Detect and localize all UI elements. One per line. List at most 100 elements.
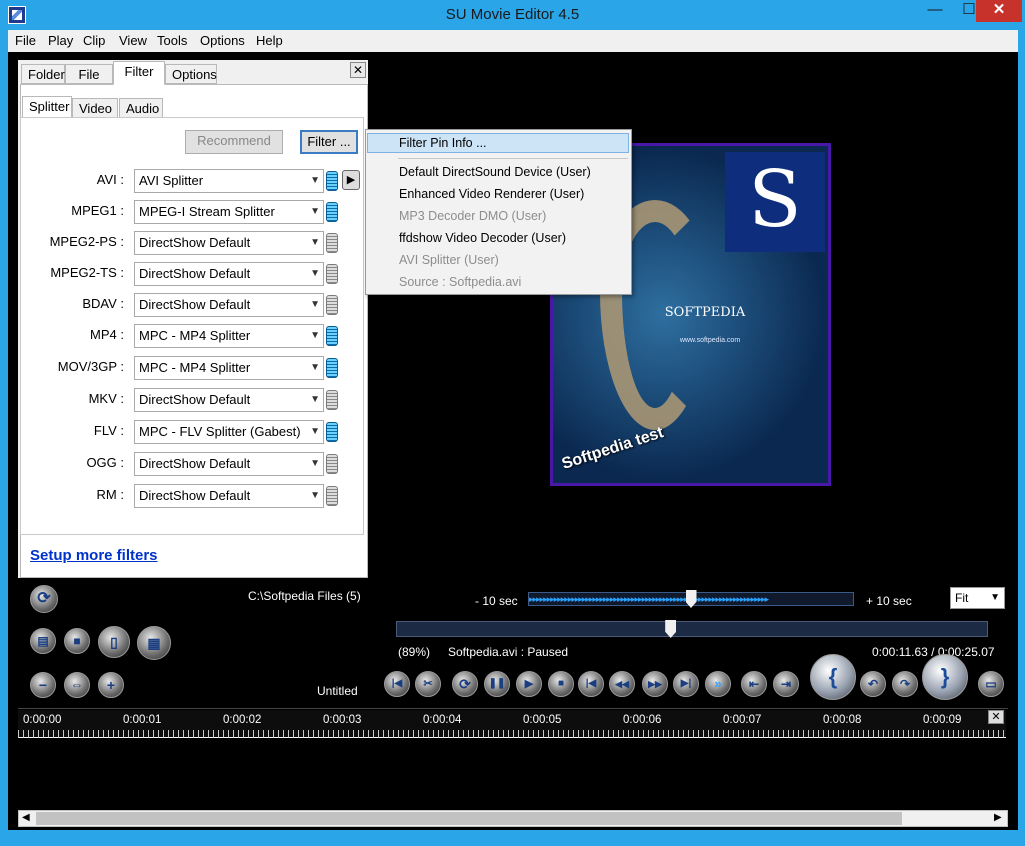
splitter-select-mpeg1[interactable]: MPEG-I Stream Splitter ▼: [134, 200, 324, 224]
scroll-right-icon[interactable]: ▶: [994, 812, 1002, 823]
splitter-select-avi[interactable]: AVI Splitter ▼: [134, 169, 324, 193]
screen-button[interactable]: ▭: [978, 671, 1004, 697]
splitter-label-mpeg1: MPEG1 :: [71, 203, 124, 218]
go-to-out-button[interactable]: ↷: [892, 671, 918, 697]
subtab-audio[interactable]: Audio: [119, 98, 163, 118]
minimize-button[interactable]: —: [918, 0, 952, 22]
chevron-down-icon: ▼: [310, 458, 320, 469]
filter-props-icon[interactable]: [326, 295, 338, 315]
pause-button[interactable]: ❚❚: [484, 671, 510, 697]
filter-props-icon[interactable]: [326, 486, 338, 506]
fast-forward-button[interactable]: ▶▶: [642, 671, 668, 697]
ruler-label: 0:00:09: [923, 714, 962, 726]
tab-filter[interactable]: Filter: [113, 61, 165, 85]
new-document-button[interactable]: ▯: [98, 626, 130, 658]
select-value: MPC - MP4 Splitter: [139, 360, 251, 375]
prev-mark-icon: ⇤: [748, 677, 760, 691]
filter-props-icon[interactable]: [326, 171, 338, 191]
menu-tools[interactable]: Tools: [157, 33, 187, 49]
splitter-select-mp4[interactable]: MPC - MP4 Splitter ▼: [134, 324, 324, 348]
splitter-select-ogg[interactable]: DirectShow Default ▼: [134, 452, 324, 476]
filter-button[interactable]: Filter ...: [300, 130, 358, 154]
splitter-label-mpeg2ps: MPEG2-PS :: [49, 234, 124, 249]
filter-props-icon[interactable]: [326, 202, 338, 222]
last-frame-button[interactable]: ▶|: [673, 671, 699, 697]
go-to-in-button[interactable]: ↶: [860, 671, 886, 697]
fast-forward-icon: ▶▶: [648, 679, 662, 689]
prev-mark-button[interactable]: ⇤: [741, 671, 767, 697]
position-slider-track[interactable]: [396, 621, 988, 637]
film-button[interactable]: ▦: [137, 626, 171, 660]
popup-item-mp3-decoder[interactable]: MP3 Decoder DMO (User): [399, 206, 546, 226]
scroll-left-icon[interactable]: ◀: [22, 812, 30, 823]
menu-options[interactable]: Options: [200, 33, 245, 49]
subtab-splitter[interactable]: Splitter: [22, 96, 72, 118]
splitter-select-mov[interactable]: MPC - MP4 Splitter ▼: [134, 356, 324, 380]
timeline-close-button[interactable]: ✕: [988, 710, 1004, 724]
mark-out-button[interactable]: }: [922, 654, 968, 700]
close-window-button[interactable]: ✕: [976, 0, 1022, 22]
fast-play-button[interactable]: »: [705, 671, 731, 697]
splitter-select-mpeg2ps[interactable]: DirectShow Default ▼: [134, 231, 324, 255]
scrollbar-thumb[interactable]: [36, 812, 902, 825]
recommend-button[interactable]: Recommend: [185, 130, 283, 154]
film-icon: ▦: [147, 635, 161, 651]
zoom-in-button[interactable]: +: [98, 672, 124, 698]
filter-props-icon[interactable]: [326, 326, 338, 346]
popup-item-filter-pin-info[interactable]: Filter Pin Info ...: [399, 133, 487, 153]
cut-button[interactable]: ✂: [415, 671, 441, 697]
refresh-button[interactable]: ⟳: [30, 585, 58, 613]
tab-file[interactable]: File: [65, 64, 113, 84]
filter-props-icon[interactable]: [326, 264, 338, 284]
splitter-select-mkv[interactable]: DirectShow Default ▼: [134, 388, 324, 412]
panel-close-button[interactable]: ✕: [350, 62, 366, 78]
filter-props-icon[interactable]: [326, 390, 338, 410]
mark-in-button[interactable]: {: [810, 654, 856, 700]
splitter-select-mpeg2ts[interactable]: DirectShow Default ▼: [134, 262, 324, 286]
zoom-select[interactable]: Fit ▼: [950, 587, 1005, 609]
chevron-down-icon: ▼: [990, 592, 1000, 603]
loop-button[interactable]: ⟳: [452, 671, 478, 697]
zoom-select-value: Fit: [955, 591, 969, 605]
menu-file[interactable]: File: [15, 33, 36, 49]
step-back-button[interactable]: |◀: [384, 671, 410, 697]
subtab-video[interactable]: Video: [72, 98, 118, 118]
splitter-select-rm[interactable]: DirectShow Default ▼: [134, 484, 324, 508]
filter-props-icon[interactable]: [326, 422, 338, 442]
stop-button[interactable]: ■: [548, 671, 574, 697]
zoom-out-icon: −: [38, 677, 48, 693]
splitter-label-rm: RM :: [96, 487, 124, 502]
splitter-select-flv[interactable]: MPC - FLV Splitter (Gabest) ▼: [134, 420, 324, 444]
fast-play-icon: »: [714, 676, 722, 691]
popup-item-source[interactable]: Source : Softpedia.avi: [399, 272, 521, 292]
menu-play[interactable]: Play: [48, 33, 73, 49]
play-preview-button[interactable]: ▶: [342, 170, 360, 190]
filter-props-icon[interactable]: [326, 233, 338, 253]
minus-10-sec-label: - 10 sec: [475, 594, 518, 608]
filter-props-icon[interactable]: [326, 358, 338, 378]
menu-view[interactable]: View: [119, 33, 147, 49]
zoom-out-button[interactable]: −: [30, 672, 56, 698]
first-frame-button[interactable]: |◀: [578, 671, 604, 697]
popup-item-ffdshow[interactable]: ffdshow Video Decoder (User): [399, 228, 566, 248]
tab-options[interactable]: Options: [165, 64, 217, 84]
fit-button[interactable]: ⇔: [64, 672, 90, 698]
save-icon: ■: [73, 634, 81, 648]
open-folder-button[interactable]: ▤: [30, 628, 56, 654]
popup-item-avi-splitter[interactable]: AVI Splitter (User): [399, 250, 499, 270]
next-mark-button[interactable]: ⇥: [773, 671, 799, 697]
popup-item-evr[interactable]: Enhanced Video Renderer (User): [399, 184, 584, 204]
tab-folder[interactable]: Folder: [21, 64, 65, 84]
play-button[interactable]: ▶: [516, 671, 542, 697]
rewind-button[interactable]: ◀◀: [609, 671, 635, 697]
setup-more-filters-link[interactable]: Setup more filters: [30, 547, 158, 564]
menu-help[interactable]: Help: [256, 33, 283, 49]
save-button[interactable]: ■: [64, 628, 90, 654]
go-to-in-icon: ↶: [867, 677, 879, 691]
splitter-select-bdav[interactable]: DirectShow Default ▼: [134, 293, 324, 317]
filter-props-icon[interactable]: [326, 454, 338, 474]
popup-item-directsound[interactable]: Default DirectSound Device (User): [399, 162, 591, 182]
chevron-down-icon: ▼: [310, 206, 320, 217]
menu-clip[interactable]: Clip: [83, 33, 105, 49]
poster-brand: SOFTPEDIA: [664, 305, 746, 320]
